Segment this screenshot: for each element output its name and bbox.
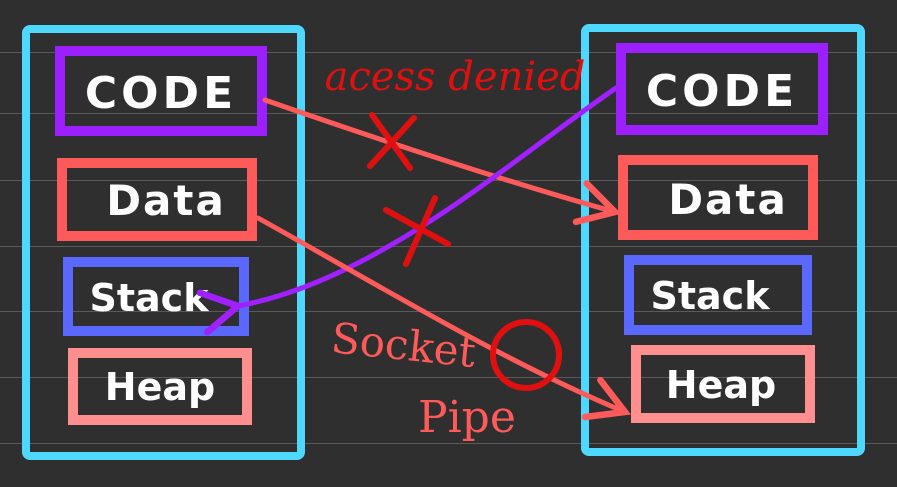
- arrow-left-code-to-right-data: [262, 97, 622, 226]
- right-heap-label: Heap: [666, 363, 776, 407]
- left-code-label: CODE: [85, 68, 237, 119]
- right-code-label: CODE: [646, 66, 798, 117]
- left-segment-stack: Stack: [63, 257, 249, 336]
- access-denied-label: acess denied: [325, 54, 586, 100]
- left-data-label: Data: [106, 176, 226, 225]
- right-segment-code: CODE: [616, 43, 828, 135]
- ipc-socket-label: Socket: [329, 313, 478, 377]
- left-segment-heap: Heap: [68, 348, 252, 425]
- right-segment-heap: Heap: [631, 345, 815, 423]
- left-heap-label: Heap: [105, 365, 215, 409]
- right-segment-data: Data: [618, 155, 818, 240]
- arrow-left-data-to-right-heap: [255, 215, 632, 421]
- diagram-canvas: CODE Data Stack Heap CODE Data Stack Hea…: [22, 24, 865, 460]
- diagram-stage: CODE Data Stack Heap CODE Data Stack Hea…: [0, 0, 897, 487]
- left-segment-data: Data: [57, 158, 257, 241]
- right-segment-stack: Stack: [624, 255, 812, 335]
- right-stack-label: Stack: [651, 274, 771, 318]
- left-stack-label: Stack: [90, 276, 210, 320]
- denied-x-mark-top: [367, 112, 417, 171]
- left-segment-code: CODE: [55, 46, 267, 136]
- ipc-pipe-label: Pipe: [418, 392, 516, 443]
- right-data-label: Data: [668, 175, 788, 224]
